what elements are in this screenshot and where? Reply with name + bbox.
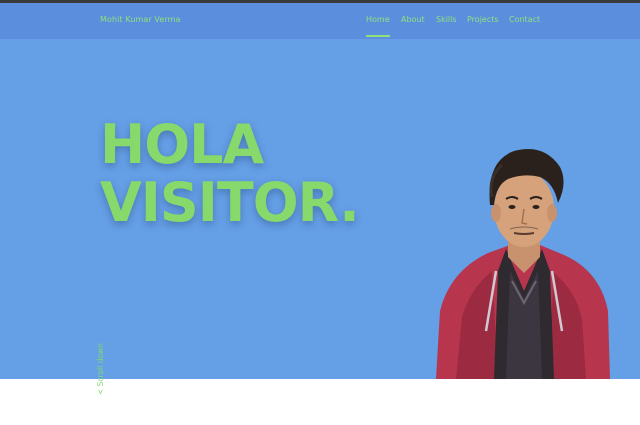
active-indicator [366,35,390,37]
nav-about[interactable]: About [401,15,425,24]
headline-line-1: HOLA [100,113,264,176]
nav-home-label: Home [366,15,390,24]
profile-photo [436,121,610,379]
hero-headline: HOLA VISITOR. [100,113,360,234]
navbar: Mohit Kumar Verma Home About Skills Proj… [0,3,640,39]
nav-home[interactable]: Home [366,15,390,37]
nav-contact[interactable]: Contact [509,15,540,24]
page: Mohit Kumar Verma Home About Skills Proj… [0,0,640,425]
nav-projects[interactable]: Projects [467,15,499,24]
hero-section: HOLA VISITOR. < Scroll down [0,39,640,395]
nav-skills[interactable]: Skills [436,15,457,24]
portrait-illustration [436,149,610,379]
headline-line-2: VISITOR. [100,171,360,234]
main-nav: Home About Skills Projects Contact [0,15,640,39]
scroll-down-link[interactable]: < Scroll down [96,335,108,395]
